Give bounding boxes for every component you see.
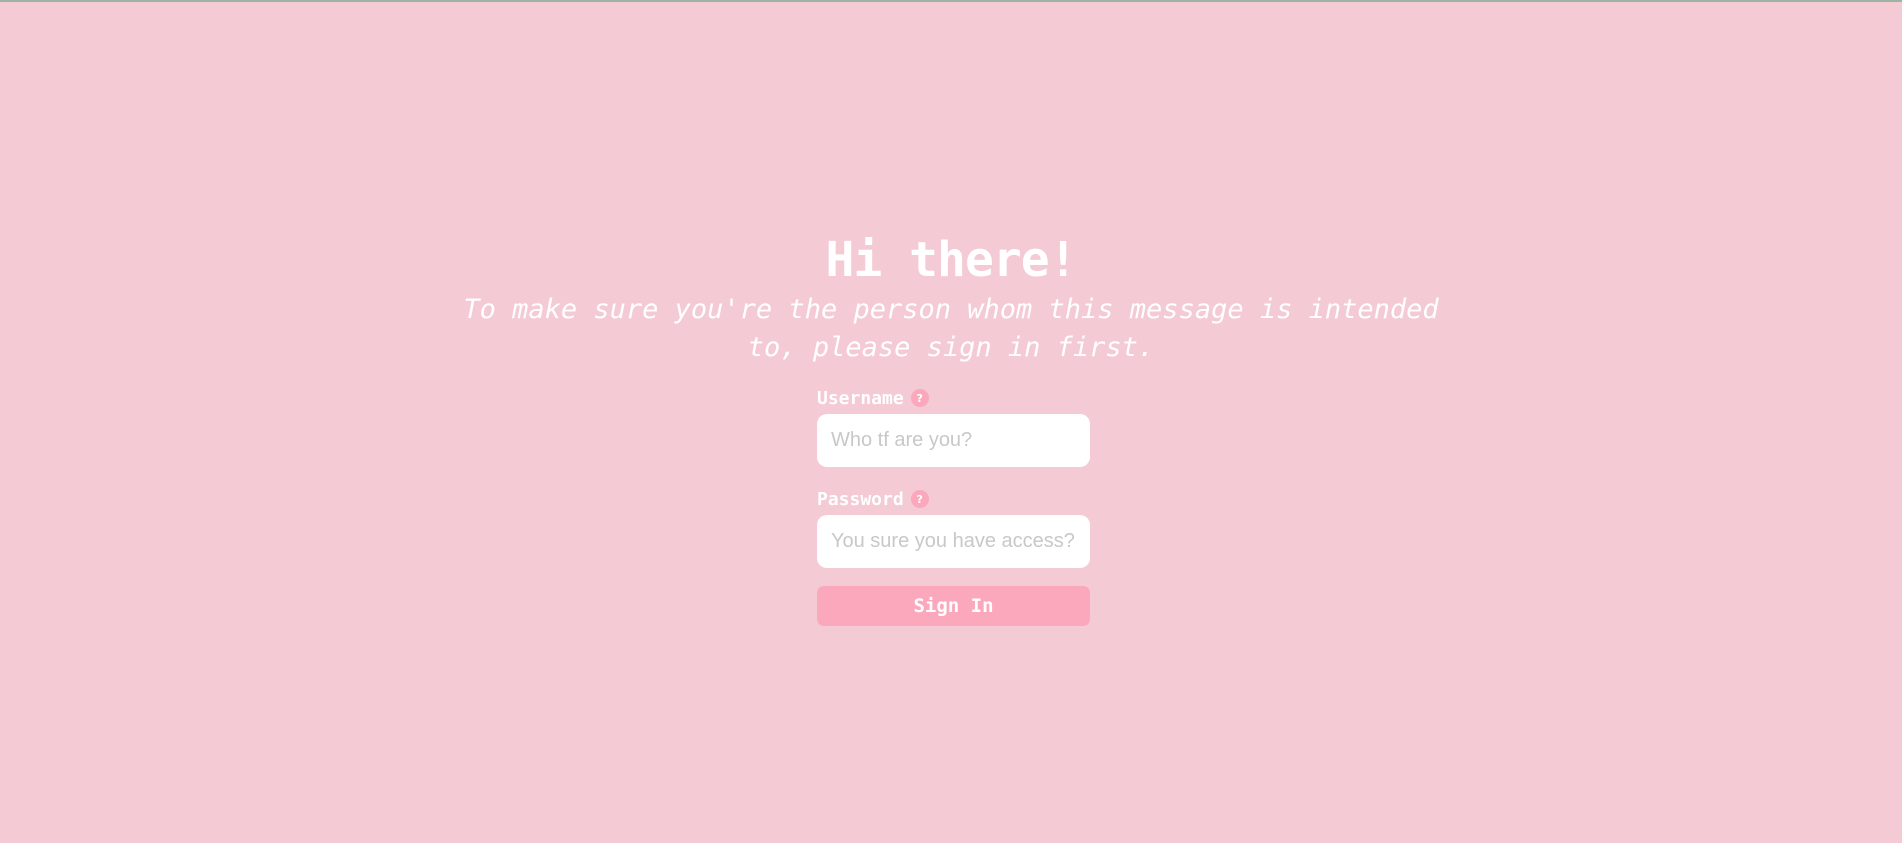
page: Hi there! To make sure you're the person… xyxy=(0,0,1902,843)
page-title: Hi there! xyxy=(825,232,1077,288)
username-label-row: Username ? xyxy=(817,386,1090,410)
username-label: Username xyxy=(817,387,904,409)
username-group: Username ? xyxy=(817,386,1090,467)
password-group: Password ? xyxy=(817,487,1090,568)
sign-in-form: Username ? Password ? Sign In xyxy=(817,386,1090,626)
password-help-icon[interactable]: ? xyxy=(910,490,929,508)
username-input[interactable] xyxy=(817,414,1090,467)
password-label: Password xyxy=(817,488,904,510)
username-help-icon[interactable]: ? xyxy=(910,389,929,407)
sign-in-button[interactable]: Sign In xyxy=(817,586,1090,626)
password-label-row: Password ? xyxy=(817,487,1090,511)
password-input[interactable] xyxy=(817,515,1090,568)
page-subtitle: To make sure you're the person whom this… xyxy=(463,294,1439,363)
